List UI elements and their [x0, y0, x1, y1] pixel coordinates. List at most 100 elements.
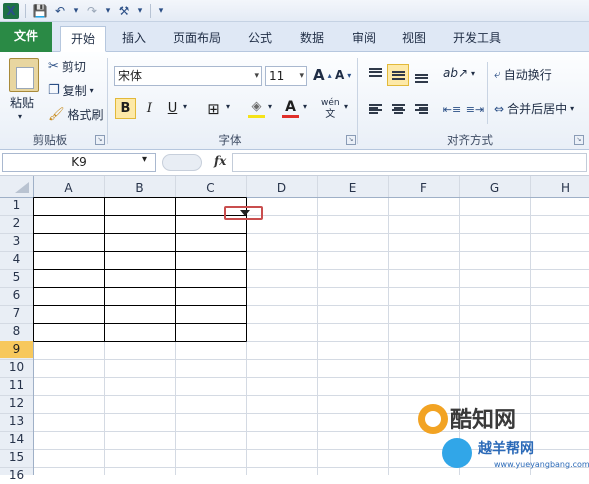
row-header[interactable]: 15 [0, 449, 33, 466]
row-header[interactable]: 10 [0, 359, 33, 376]
row-header[interactable]: 7 [0, 305, 33, 322]
wrap-text-button[interactable]: ⤶ 自动换行 [494, 66, 552, 83]
row-header[interactable]: 13 [0, 413, 33, 430]
insert-function-icon[interactable]: fx [214, 154, 226, 168]
column-header[interactable]: B [104, 180, 175, 197]
chevron-down-icon[interactable]: ▾ [344, 102, 348, 111]
row-header[interactable]: 3 [0, 233, 33, 250]
tab-view[interactable]: 视图 [394, 26, 434, 52]
tab-page-layout[interactable]: 页面布局 [166, 26, 228, 52]
font-color-button[interactable]: A [280, 96, 301, 117]
row-header[interactable]: 12 [0, 395, 33, 412]
font-launcher-icon[interactable]: ↘ [346, 135, 356, 145]
column-header[interactable]: E [317, 180, 388, 197]
phonetic-label: wén [321, 98, 340, 108]
save-icon[interactable]: 💾 [32, 3, 48, 19]
chevron-down-icon[interactable]: ▾ [303, 102, 307, 111]
decrease-indent-icon: ⇤≡ [442, 102, 462, 116]
tab-insert[interactable]: 插入 [114, 26, 154, 52]
chevron-down-icon[interactable]: ▾ [104, 3, 112, 19]
row-header[interactable]: 6 [0, 287, 33, 304]
align-top-button[interactable] [364, 64, 386, 86]
clipboard-group-label: 剪贴板 [32, 133, 68, 147]
copy-icon: ❐ [48, 83, 60, 98]
chevron-down-icon[interactable]: ▾ [183, 102, 187, 111]
cursor-icon [240, 210, 250, 216]
row-header[interactable]: 8 [0, 323, 33, 340]
column-header[interactable]: C [175, 180, 246, 197]
font-name-value: 宋体 [118, 69, 143, 83]
clipboard-launcher-icon[interactable]: ↘ [95, 135, 105, 145]
copy-button[interactable]: ❐ 复制 ▾ [48, 82, 94, 99]
column-header[interactable]: H [530, 180, 589, 197]
wrap-text-label: 自动换行 [503, 68, 552, 82]
font-group-label: 字体 [218, 133, 242, 147]
column-header[interactable]: G [459, 180, 530, 197]
increase-indent-button[interactable]: ≡⇥ [464, 98, 486, 120]
row-header[interactable]: 16 [0, 467, 33, 484]
font-color-swatch [282, 115, 299, 118]
orientation-icon: ab↗ [443, 66, 469, 80]
chevron-down-icon[interactable]: ▾ [72, 3, 80, 19]
row-header-active[interactable]: 9 [0, 341, 33, 358]
chevron-down-icon[interactable]: ▾ [268, 102, 272, 111]
row-header[interactable]: 4 [0, 251, 33, 268]
format-painter-button[interactable]: 🖌 格式刷 [48, 106, 104, 123]
font-name-select[interactable]: 宋体 ▾ [114, 66, 262, 86]
cut-button[interactable]: ✂ 剪切 [48, 58, 86, 75]
bold-button[interactable]: B [115, 98, 136, 119]
chevron-down-icon[interactable]: ▾ [142, 154, 147, 165]
shrink-font-button[interactable]: A ▾ [335, 68, 351, 82]
phonetic-button[interactable]: wén 文 [321, 98, 340, 120]
undo-icon[interactable]: ↶ [52, 3, 68, 19]
tab-file[interactable]: 文件 [0, 22, 52, 52]
tab-home[interactable]: 开始 [60, 26, 106, 52]
row-header[interactable]: 11 [0, 377, 33, 394]
chevron-down-icon: ▾ [570, 104, 575, 113]
formula-input[interactable] [232, 153, 587, 172]
name-box[interactable]: K9 [2, 153, 156, 172]
redo-icon[interactable]: ↷ [84, 3, 100, 19]
grow-font-button[interactable]: A ▴ [313, 66, 332, 84]
customize-tools-icon[interactable]: ⚒ [116, 3, 132, 19]
row-header[interactable]: 5 [0, 269, 33, 286]
row-header[interactable]: 14 [0, 431, 33, 448]
merge-center-icon: ⇔ [494, 101, 505, 116]
ribbon-tabs: 文件 开始 插入 页面布局 公式 数据 审阅 视图 开发工具 [0, 22, 589, 52]
align-bottom-icon [414, 73, 428, 83]
align-center-button[interactable] [387, 98, 409, 120]
align-middle-button[interactable] [387, 64, 409, 86]
watermark-url: www.yueyangbang.com [494, 460, 589, 469]
column-header[interactable]: D [246, 180, 317, 197]
column-header[interactable]: F [388, 180, 459, 197]
align-left-button[interactable] [364, 98, 386, 120]
orientation-button[interactable]: ab↗ ▾ [443, 66, 475, 80]
formula-bar-splitter[interactable] [162, 154, 202, 171]
column-header[interactable]: A [33, 180, 104, 197]
toolbar-separator [25, 3, 26, 18]
row-header[interactable]: 2 [0, 215, 33, 232]
underline-button[interactable]: U [162, 98, 183, 119]
fill-color-icon[interactable]: ◈ [246, 96, 267, 117]
align-right-button[interactable] [410, 98, 432, 120]
alignment-launcher-icon[interactable]: ↘ [574, 135, 584, 145]
tab-developer[interactable]: 开发工具 [444, 26, 510, 52]
scissors-icon: ✂ [48, 59, 59, 74]
chevron-down-icon[interactable]: ▾ [18, 112, 22, 121]
tab-review[interactable]: 审阅 [344, 26, 384, 52]
chevron-down-icon[interactable]: ▾ [226, 102, 230, 111]
merge-center-button[interactable]: ⇔ 合并后居中 ▾ [494, 100, 574, 117]
italic-button[interactable]: I [139, 98, 160, 119]
decrease-indent-button[interactable]: ⇤≡ [441, 98, 463, 120]
tab-formulas[interactable]: 公式 [240, 26, 280, 52]
quick-access-toolbar: X 💾 ↶ ▾ ↷ ▾ ⚒ ▾ ▾ [0, 0, 589, 22]
font-size-select[interactable]: 11 ▾ [265, 66, 307, 86]
border-icon[interactable]: ⊞ [203, 98, 224, 119]
customize-qat-icon[interactable]: ▾ [157, 3, 165, 19]
tab-data[interactable]: 数据 [292, 26, 332, 52]
align-bottom-button[interactable] [410, 64, 432, 86]
row-header[interactable]: 1 [0, 197, 33, 214]
chevron-down-icon[interactable]: ▾ [136, 3, 144, 19]
excel-app-icon[interactable]: X [3, 2, 19, 19]
increase-indent-icon: ≡⇥ [465, 102, 485, 116]
